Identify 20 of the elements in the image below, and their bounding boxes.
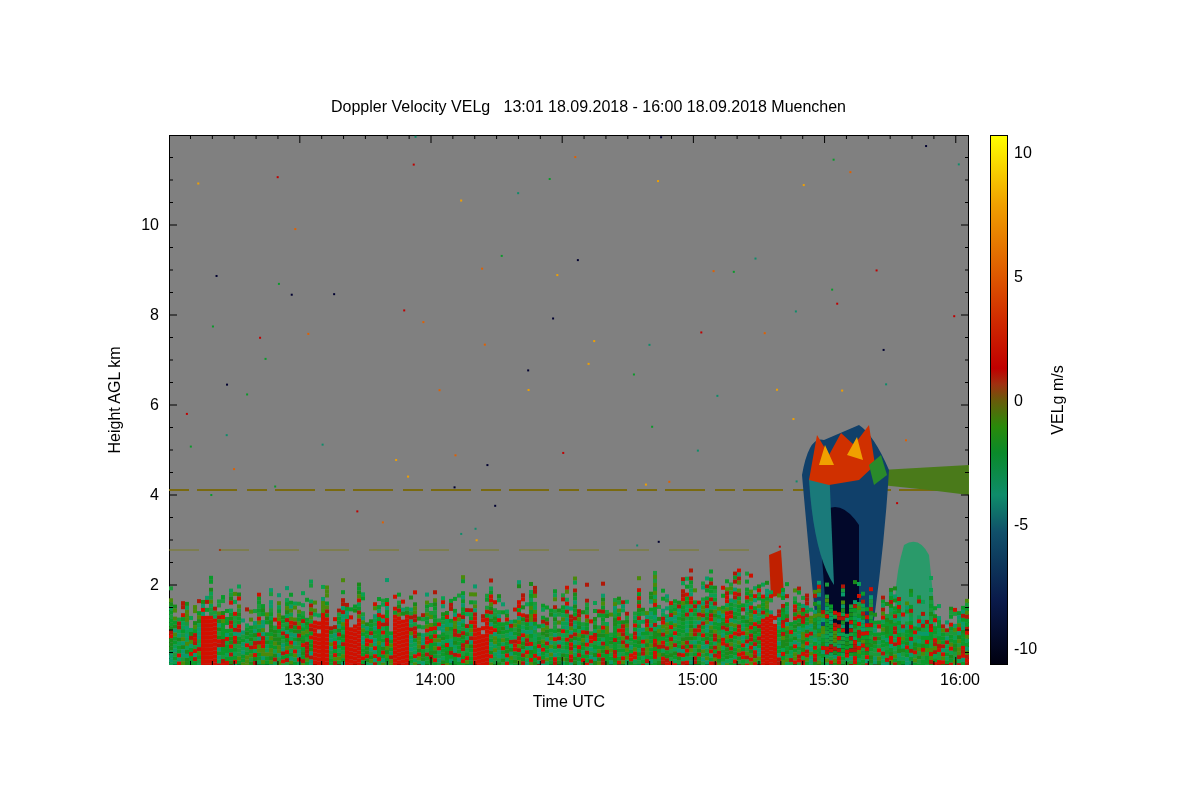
x-tick-label: 15:00 [677,671,718,689]
colorbar-tick-label: -5 [1014,516,1029,534]
y-axis-label: Height AGL km [106,346,124,454]
chart-title: Doppler Velocity VELg 13:01 18.09.2018 - 16:00 18.09.2018 Muenchen [330,98,846,117]
colorbar-tick-label: 5 [1014,268,1023,286]
y-tick-label: 2 [150,576,159,594]
colorbar-tick-label: -10 [1014,640,1038,658]
y-tick-label: 6 [150,396,159,414]
y-tick-label: 10 [141,216,159,234]
colorbar-tick-label: 10 [1014,144,1032,162]
y-tick-label: 8 [150,306,159,324]
x-tick-label: 13:30 [284,671,324,689]
x-tick-label: 15:30 [808,671,849,689]
x-tick-label: 16:00 [940,671,980,689]
x-axis-label: Time UTC [532,693,606,712]
x-tick-label: 14:00 [415,671,456,689]
y-tick-label: 4 [150,486,159,504]
colorbar-label: VELg m/s [1049,365,1067,435]
colorbar-tick-label: 0 [1014,392,1023,410]
x-tick-label: 14:30 [546,671,587,689]
